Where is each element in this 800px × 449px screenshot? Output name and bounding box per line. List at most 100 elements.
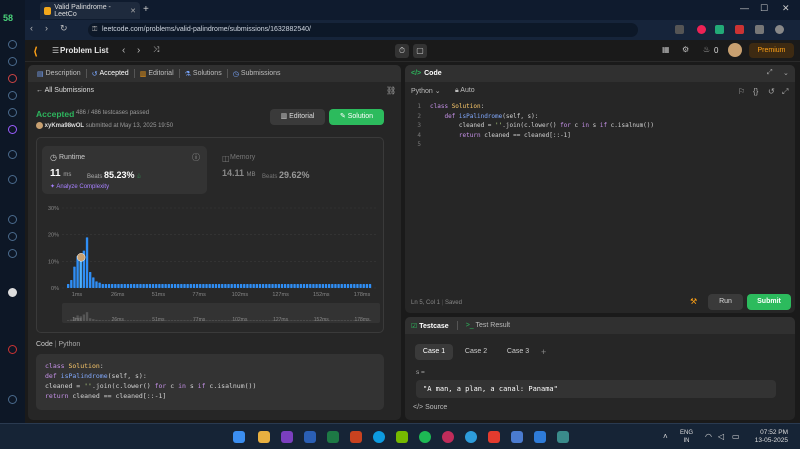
spotify-icon[interactable] [419,431,431,443]
username[interactable]: xyKma98wOL [45,123,84,129]
app-icon[interactable] [511,431,523,443]
leetcode-logo-icon[interactable]: ⟨ [33,45,43,58]
sidebar-app-icon[interactable] [8,74,17,83]
next-problem-icon[interactable]: › [137,45,140,56]
code-editor[interactable]: 1 2 3 4 5 class Solution: def isPalindro… [405,102,795,262]
wifi-icon[interactable]: ◠ [705,432,712,441]
tab-accepted[interactable]: ↺ Accepted [87,70,134,78]
sidebar-app-icon[interactable] [8,40,17,49]
analyze-complexity-link[interactable]: ✦ Analyze Complexity [50,183,109,190]
powerpoint-icon[interactable] [350,431,362,443]
close-tab-icon[interactable]: ✕ [130,7,136,15]
tab-solutions[interactable]: ⚗ Solutions [180,70,227,78]
chevron-up-icon[interactable]: ˄ [663,432,668,441]
overview-bar [89,318,92,321]
extension-icon[interactable] [675,25,684,34]
volume-icon[interactable]: ◁ [718,432,724,441]
nvidia-icon[interactable] [396,431,408,443]
url-bar[interactable]: ⚿ leetcode.com/problems/valid-palindrome… [88,23,638,37]
premium-button[interactable]: Premium [749,43,794,58]
maximize-icon[interactable]: ☐ [760,3,768,14]
tab-description[interactable]: ▤ Description [32,70,86,78]
submit-button[interactable]: Submit [747,294,791,310]
add-case-icon[interactable]: + [541,347,546,357]
case-2-tab[interactable]: Case 2 [457,344,495,360]
tab-editorial[interactable]: ▥ Editorial [135,70,179,78]
auto-mode-toggle[interactable]: 🔒︎ Auto [455,87,475,95]
language-select[interactable]: Python ⌄ [411,87,441,95]
profile-icon[interactable] [775,25,784,34]
info-icon[interactable]: ⓘ [192,152,200,163]
debug-icon[interactable]: ⚒ [690,297,697,306]
chevron-down-icon[interactable]: ⌄ [783,69,789,77]
minimize-icon[interactable]: — [740,3,749,13]
runtime-card[interactable]: ◷ Runtime ⓘ 11 ms Beats 85.23% ♧ ✦ Analy… [42,146,207,194]
gear-icon[interactable]: ⚙ [682,45,689,54]
settings-icon[interactable] [8,249,17,258]
onenote-icon[interactable] [281,431,293,443]
extension-icon[interactable] [715,25,724,34]
sidebar-app-icon[interactable] [8,57,17,66]
run-button[interactable]: Run [708,294,743,310]
avatar[interactable] [728,43,742,57]
reset-icon[interactable]: ↺ [768,87,775,96]
fullscreen-icon[interactable]: ⤢ [782,87,788,97]
expand-icon[interactable]: ⤢ [767,69,773,77]
sidebar-app-icon[interactable] [8,288,17,297]
address-bar-row: ‹ › ↻ ⚿ leetcode.com/problems/valid-pali… [25,20,800,40]
sidebar-app-icon[interactable] [8,345,17,354]
app-icon[interactable] [373,431,385,443]
input-value-field[interactable]: "A man, a plan, a canal: Panama" [416,380,776,398]
fire-icon[interactable]: ♨ [703,45,710,54]
close-window-icon[interactable]: ✕ [782,3,790,14]
app-icon[interactable] [557,431,569,443]
source-toggle[interactable]: </> Source [413,404,447,411]
reload-icon[interactable]: ↻ [60,23,68,34]
clock[interactable]: 07:52 PM 13-05-2025 [748,429,788,445]
solution-button[interactable]: ✎ Solution [329,109,384,125]
link-icon[interactable]: ⛓ [386,86,396,95]
extension-icon[interactable] [755,25,764,34]
sidebar-app-icon[interactable] [8,395,17,404]
browser-tab[interactable]: Valid Palindrome - LeetCo ✕ [40,2,140,19]
problem-list-link[interactable]: Problem List [60,46,108,55]
all-submissions-link[interactable]: ← All Submissions [36,87,94,94]
sidebar-app-icon[interactable] [8,175,17,184]
excel-icon[interactable] [327,431,339,443]
prev-problem-icon[interactable]: ‹ [122,45,125,56]
braces-icon[interactable]: {} [753,87,758,96]
app-icon[interactable] [488,431,500,443]
tab-testcase[interactable]: ☑ Testcase [411,322,449,330]
new-tab-icon[interactable]: + [143,4,149,15]
extension-icon[interactable] [697,25,706,34]
sidebar-app-icon[interactable] [8,91,17,100]
opera-icon[interactable] [442,431,454,443]
language-indicator[interactable]: ENG IN [680,429,693,445]
notes-icon[interactable]: ▢ [413,44,427,58]
case-1-tab[interactable]: Case 1 [415,344,453,360]
word-icon[interactable] [304,431,316,443]
edge-icon[interactable] [465,431,477,443]
twitch-icon[interactable] [8,125,17,134]
memory-label[interactable]: Memory [230,154,255,161]
case-3-tab[interactable]: Case 3 [499,344,537,360]
layout-icon[interactable]: ▦ [662,45,670,54]
shuffle-icon[interactable]: ⤨ [153,45,159,55]
extension-icon[interactable] [735,25,744,34]
file-explorer-icon[interactable] [258,431,270,443]
vscode-icon[interactable] [534,431,546,443]
battery-icon[interactable]: ▭ [732,432,740,441]
bookmark-icon[interactable]: ⚐ [738,87,745,96]
tab-submissions[interactable]: ◷ Submissions [228,70,286,78]
sidebar-app-icon[interactable] [8,150,17,159]
sidebar-app-icon[interactable] [8,108,17,117]
timer-icon[interactable]: ⏱ [395,44,409,58]
windows-start-icon[interactable] [233,431,245,443]
runtime-distribution-chart[interactable]: 30% 20% 10% 0% 1ms 26ms 51ms 77ms 102ms 127ms 152m… [37,200,385,330]
sidebar-app-icon[interactable] [8,215,17,224]
editorial-button[interactable]: ▥ Editorial [270,109,325,125]
back-icon[interactable]: ‹ [30,23,33,33]
tab-test-result[interactable]: >_ Test Result [466,322,510,329]
forward-icon[interactable]: › [45,23,48,33]
sidebar-app-icon[interactable] [8,232,17,241]
